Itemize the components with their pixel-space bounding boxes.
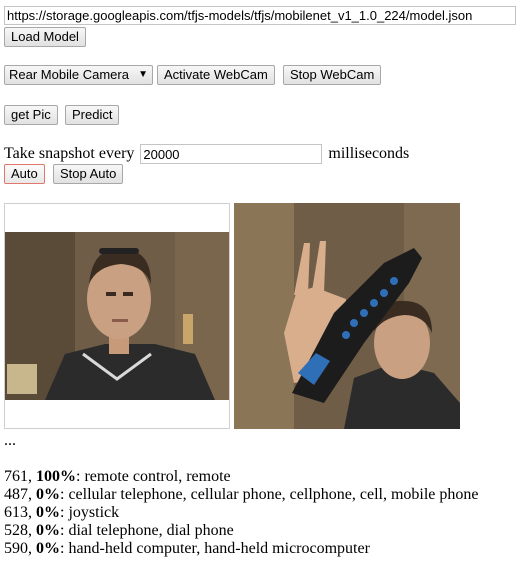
activate-webcam-button[interactable]: Activate WebCam [157,65,275,85]
predict-button[interactable]: Predict [65,105,120,125]
snapshot-interval-row: Take snapshot every milliseconds [4,143,409,165]
prediction-id: 613 [4,504,28,521]
prediction-probability: 100% [36,468,76,485]
status-text: ... [4,432,16,449]
auto-button[interactable]: Auto [4,164,45,184]
prediction-id: 761 [4,468,28,485]
load-model-button[interactable]: Load Model [4,27,86,47]
prediction-item: 528, 0%: dial telephone, dial phone [4,522,234,539]
snapshot-interval-input[interactable] [140,144,323,165]
webcam-frame-image [5,204,229,400]
prediction-item: 613, 0%: joystick [4,504,120,521]
prediction-probability: 0% [36,504,60,521]
prediction-list: 761, 100%: remote control, remote 487, 0… [4,468,479,558]
prediction-item: 761, 100%: remote control, remote [4,468,231,485]
prediction-id: 528 [4,522,28,539]
prediction-label: : dial telephone, dial phone [60,522,234,539]
prediction-probability: 0% [36,522,60,539]
prediction-label: : joystick [60,504,120,521]
prediction-item: 487, 0%: cellular telephone, cellular ph… [4,486,479,503]
chevron-down-icon: ▼ [138,69,148,80]
prediction-label: : cellular telephone, cellular phone, ce… [60,486,479,503]
prediction-id: 487 [4,486,28,503]
prediction-item: 590, 0%: hand-held computer, hand-held m… [4,540,370,557]
stop-auto-button[interactable]: Stop Auto [53,164,124,184]
stop-webcam-button[interactable]: Stop WebCam [283,65,382,85]
model-url-input[interactable] [4,6,516,25]
snapshot-prefix-label: Take snapshot every [4,145,135,162]
prediction-probability: 0% [36,486,60,503]
webcam-video [4,203,230,429]
snapshot-photo [234,203,460,429]
snapshot-suffix-label: milliseconds [328,145,410,162]
get-pic-button[interactable]: get Pic [4,105,58,125]
prediction-id: 590 [4,540,28,557]
prediction-label: : hand-held computer, hand-held microcom… [60,540,370,557]
prediction-probability: 0% [36,540,60,557]
prediction-label: : remote control, remote [76,468,231,485]
snapshot-image [234,203,460,429]
camera-select[interactable]: Rear Mobile Camera ▼ [4,65,153,85]
camera-select-value: Rear Mobile Camera [9,67,129,82]
